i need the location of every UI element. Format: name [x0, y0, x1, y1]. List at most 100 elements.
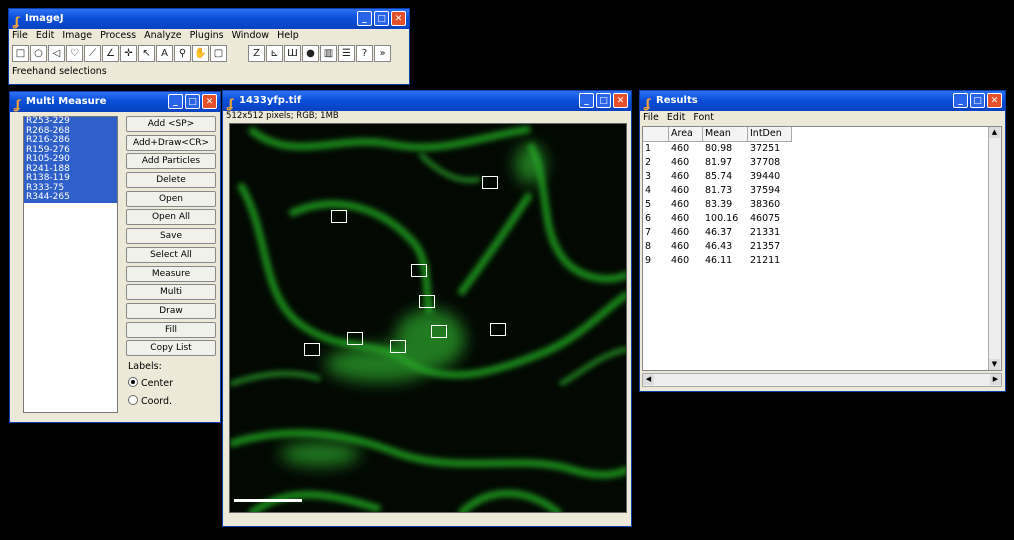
table-plugin-tool-icon[interactable]: ▥ [320, 45, 337, 62]
menu-font[interactable]: Font [693, 111, 714, 125]
table-row[interactable]: 1 460 80.98 37251 [643, 142, 1001, 156]
table-row[interactable]: 6 460 100.16 46075 [643, 212, 1001, 226]
roi-box[interactable] [482, 176, 498, 189]
angle-tool-icon[interactable]: ∠ [102, 45, 119, 62]
roi-box[interactable] [411, 264, 427, 277]
point-tool-icon[interactable]: ✛ [120, 45, 137, 62]
menu-analyze[interactable]: Analyze [144, 29, 181, 43]
copy-list-button[interactable]: Copy List [126, 340, 216, 357]
open-button[interactable]: Open [126, 190, 216, 207]
axis-plugin-tool-icon[interactable]: ⊾ [266, 45, 283, 62]
column-header[interactable]: Area [669, 127, 703, 142]
table-cell: 21331 [750, 227, 781, 238]
more-tools-icon[interactable]: » [374, 45, 391, 62]
vertical-scrollbar[interactable]: ▲ ▼ [988, 127, 1001, 370]
menu-edit[interactable]: Edit [667, 111, 685, 125]
roi-box[interactable] [390, 340, 406, 353]
roi-box[interactable] [419, 295, 435, 308]
table-cell: 46.43 [705, 241, 733, 252]
line-tool-icon[interactable]: ⟋ [84, 45, 101, 62]
select-all-button[interactable]: Select All [126, 246, 216, 263]
close-icon[interactable]: ✕ [391, 11, 406, 26]
hand-tool-icon[interactable]: ✋ [192, 45, 209, 62]
labels-caption: Labels: [128, 360, 162, 372]
fill-button[interactable]: Fill [126, 321, 216, 338]
minimize-icon[interactable]: _ [953, 93, 968, 108]
open-all-button[interactable]: Open All [126, 209, 216, 226]
text-tool-icon[interactable]: A [156, 45, 173, 62]
roi-list[interactable]: R253-229 R268-268 R216-286 R159-276 R105-290… [23, 116, 118, 413]
scroll-left-icon[interactable]: ◀ [643, 374, 654, 385]
table-cell: 4 [645, 185, 652, 196]
column-header[interactable]: Mean [703, 127, 748, 142]
scroll-right-icon[interactable]: ▶ [990, 374, 1001, 385]
add-sp-button[interactable]: Add <SP> [126, 116, 216, 132]
column-header[interactable] [643, 127, 669, 142]
menu-image[interactable]: Image [62, 29, 92, 43]
minimize-icon[interactable]: _ [579, 93, 594, 108]
dropper-tool-icon[interactable]: ▢ [210, 45, 227, 62]
save-button[interactable]: Save [126, 228, 216, 245]
image-titlebar[interactable]: ʆ 1433yfp.tif _ □ ✕ [223, 91, 631, 111]
roi-box[interactable] [347, 332, 363, 345]
maximize-icon[interactable]: □ [596, 93, 611, 108]
close-icon[interactable]: ✕ [202, 94, 217, 109]
table-row[interactable]: 8 460 46.43 21357 [643, 240, 1001, 254]
table-row[interactable]: 9 460 46.11 21211 [643, 254, 1001, 268]
results-table[interactable]: Area Mean IntDen 1 460 80.98 37251 2 460 81.97 37… [642, 126, 1002, 371]
freehand-tool-icon[interactable]: ♡ [66, 45, 83, 62]
roi-box[interactable] [331, 210, 347, 223]
draw-button[interactable]: Draw [126, 302, 216, 319]
close-icon[interactable]: ✕ [613, 93, 628, 108]
stack-plugin-tool-icon[interactable]: ☰ [338, 45, 355, 62]
menu-edit[interactable]: Edit [36, 29, 54, 43]
results-titlebar[interactable]: ʆ Results _ □ ✕ [640, 91, 1005, 111]
table-row[interactable]: 7 460 46.37 21331 [643, 226, 1001, 240]
add-particles-button[interactable]: Add Particles [126, 153, 216, 170]
imagej-title: ImageJ [25, 13, 64, 24]
table-row[interactable]: 3 460 85.74 39440 [643, 170, 1001, 184]
close-icon[interactable]: ✕ [987, 93, 1002, 108]
menu-plugins[interactable]: Plugins [190, 29, 224, 43]
roi-box[interactable] [490, 323, 506, 336]
maximize-icon[interactable]: □ [374, 11, 389, 26]
roi-list-item[interactable]: R344-265 [24, 192, 117, 203]
oval-tool-icon[interactable]: ○ [30, 45, 47, 62]
color-plugin-tool-icon[interactable]: ● [302, 45, 319, 62]
multi-button[interactable]: Multi [126, 284, 216, 301]
wand-tool-icon[interactable]: ↖ [138, 45, 155, 62]
table-row[interactable]: 4 460 81.73 37594 [643, 184, 1001, 198]
menu-help[interactable]: Help [277, 29, 299, 43]
maximize-icon[interactable]: □ [185, 94, 200, 109]
lut-plugin-tool-icon[interactable]: Ш [284, 45, 301, 62]
horizontal-scrollbar[interactable]: ◀ ▶ [642, 373, 1002, 387]
z-plugin-tool-icon[interactable]: Z [248, 45, 265, 62]
magnifier-tool-icon[interactable]: ⚲ [174, 45, 191, 62]
minimize-icon[interactable]: _ [357, 11, 372, 26]
radio-coord[interactable]: Coord. [126, 393, 216, 411]
menu-window[interactable]: Window [232, 29, 269, 43]
roi-box[interactable] [304, 343, 320, 356]
menu-process[interactable]: Process [100, 29, 136, 43]
polygon-tool-icon[interactable]: ◁ [48, 45, 65, 62]
measure-button[interactable]: Measure [126, 265, 216, 282]
table-row[interactable]: 5 460 83.39 38360 [643, 198, 1001, 212]
radio-center[interactable]: Center [126, 375, 216, 393]
roi-box[interactable] [431, 325, 447, 338]
imagej-titlebar[interactable]: ʆ ImageJ _ □ ✕ [9, 9, 409, 29]
column-header[interactable]: IntDen [748, 127, 792, 142]
scroll-down-icon[interactable]: ▼ [989, 359, 1000, 370]
image-canvas[interactable] [229, 123, 627, 513]
add-draw-cr-button[interactable]: Add+Draw<CR> [126, 134, 216, 151]
help-tool-icon[interactable]: ? [356, 45, 373, 62]
radio-coord-label: Coord. [141, 395, 173, 407]
table-cell: 100.16 [705, 213, 739, 224]
maximize-icon[interactable]: □ [970, 93, 985, 108]
scroll-up-icon[interactable]: ▲ [989, 127, 1000, 138]
multi-measure-titlebar[interactable]: ʆ Multi Measure _ □ ✕ [10, 92, 220, 112]
rectangle-tool-icon[interactable]: □ [12, 45, 29, 62]
table-row[interactable]: 2 460 81.97 37708 [643, 156, 1001, 170]
delete-button[interactable]: Delete [126, 172, 216, 189]
radio-center-label: Center [141, 377, 173, 389]
minimize-icon[interactable]: _ [168, 94, 183, 109]
